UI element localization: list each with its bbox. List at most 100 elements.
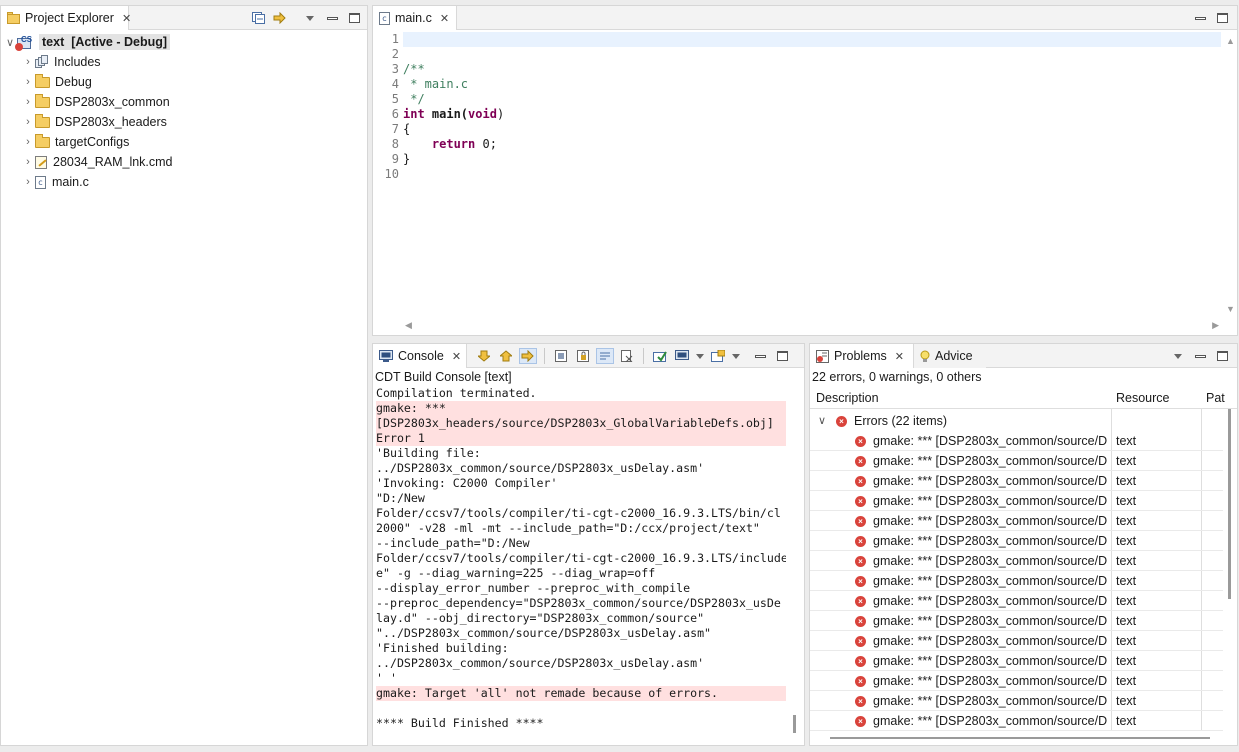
- link-console-icon[interactable]: [519, 348, 537, 364]
- dropdown-arrow-icon[interactable]: [731, 348, 741, 364]
- code-line: 7{: [373, 122, 1197, 137]
- console-line: e" -g --diag_warning=225 --diag_wrap=off: [376, 566, 656, 580]
- minimize-icon[interactable]: [1191, 348, 1209, 364]
- display-console-icon[interactable]: [673, 348, 691, 364]
- chevron-right-icon[interactable]: ›: [21, 116, 35, 128]
- table-row[interactable]: × gmake: *** [DSP2803x_common/source/D tex…: [810, 551, 1223, 571]
- chevron-right-icon[interactable]: ›: [21, 176, 35, 188]
- console-line: lay.d" --obj_directory="DSP2803x_common/…: [376, 611, 705, 625]
- close-icon[interactable]: ✕: [440, 12, 449, 25]
- table-row[interactable]: × gmake: *** [DSP2803x_common/source/D tex…: [810, 491, 1223, 511]
- table-group-row[interactable]: ∨ × Errors (22 items): [810, 411, 1223, 431]
- close-icon[interactable]: ✕: [452, 350, 461, 363]
- table-row[interactable]: × gmake: *** [DSP2803x_common/source/D tex…: [810, 671, 1223, 691]
- tree-item-targetconfigs[interactable]: › targetConfigs: [21, 132, 129, 152]
- scroll-left-icon[interactable]: ◀: [405, 320, 412, 331]
- table-row[interactable]: × gmake: *** [DSP2803x_common/source/D tex…: [810, 631, 1223, 651]
- code-keyword: void: [468, 107, 497, 121]
- column-header-path[interactable]: Pat: [1206, 387, 1236, 409]
- tree-item-main-c[interactable]: › c main.c: [21, 172, 89, 192]
- table-row[interactable]: × gmake: *** [DSP2803x_common/source/D tex…: [810, 611, 1223, 631]
- problems-table: ^ Description Resource Pat ∨ × Errors (2…: [810, 387, 1237, 731]
- problems-icon: [816, 349, 829, 363]
- close-icon[interactable]: ✕: [895, 350, 904, 363]
- project-name: text: [42, 35, 65, 49]
- table-row[interactable]: × gmake: *** [DSP2803x_common/source/D tex…: [810, 451, 1223, 471]
- scrollbar-thumb[interactable]: [830, 737, 1210, 739]
- table-row[interactable]: × gmake: *** [DSP2803x_common/source/D tex…: [810, 511, 1223, 531]
- scroll-down-icon[interactable]: ▼: [1226, 304, 1235, 314]
- tab-project-explorer[interactable]: Project Explorer ✕: [1, 6, 131, 30]
- line-number: 9: [391, 152, 399, 166]
- table-row[interactable]: × gmake: *** [DSP2803x_common/source/D tex…: [810, 691, 1223, 711]
- scrollbar-thumb[interactable]: [1228, 409, 1231, 599]
- minimize-icon[interactable]: [751, 348, 769, 364]
- minimize-icon[interactable]: [323, 10, 341, 26]
- table-row[interactable]: × gmake: *** [DSP2803x_common/source/D tex…: [810, 711, 1223, 731]
- lock-icon[interactable]: [574, 348, 592, 364]
- table-row[interactable]: × gmake: *** [DSP2803x_common/source/D tex…: [810, 591, 1223, 611]
- project-explorer-tabbar: Project Explorer ✕: [1, 6, 367, 30]
- chevron-right-icon[interactable]: ›: [21, 76, 35, 88]
- tree-project-row[interactable]: ∨ CS text [Active - Debug]: [3, 32, 171, 52]
- problems-vertical-scrollbar[interactable]: [1223, 409, 1237, 731]
- collapse-all-icon[interactable]: [249, 10, 267, 26]
- maximize-icon[interactable]: [1213, 348, 1231, 364]
- close-icon[interactable]: ✕: [122, 12, 131, 25]
- table-row[interactable]: × gmake: *** [DSP2803x_common/source/D tex…: [810, 651, 1223, 671]
- pin-console-icon[interactable]: [651, 348, 669, 364]
- tree-item-dsp2803x-headers[interactable]: › DSP2803x_headers: [21, 112, 167, 132]
- editor-vertical-scrollbar[interactable]: ▲ ▼: [1223, 32, 1237, 316]
- chevron-right-icon[interactable]: ›: [21, 96, 35, 108]
- next-problem-icon[interactable]: [475, 348, 493, 364]
- problem-resource: text: [1116, 434, 1137, 448]
- table-row[interactable]: × gmake: *** [DSP2803x_common/source/D tex…: [810, 531, 1223, 551]
- table-row[interactable]: × gmake: *** [DSP2803x_common/source/D tex…: [810, 471, 1223, 491]
- word-wrap-icon[interactable]: [596, 348, 614, 364]
- dropdown-arrow-icon[interactable]: [695, 348, 705, 364]
- console-output[interactable]: Compilation terminated. gmake: *** [DSP2…: [373, 386, 788, 743]
- maximize-icon[interactable]: [773, 348, 791, 364]
- tree-item-linker-cmd[interactable]: › 28034_RAM_lnk.cmd: [21, 152, 172, 172]
- code-area[interactable]: 1 2 3 /** 4 * main.c 5 */ 6 int main(void)…: [373, 32, 1221, 316]
- scrollbar-thumb[interactable]: [793, 715, 796, 733]
- chevron-down-icon[interactable]: ∨: [818, 411, 826, 431]
- tree-item-dsp2803x-common[interactable]: › DSP2803x_common: [21, 92, 170, 112]
- clear-console-icon[interactable]: [618, 348, 636, 364]
- tab-problems[interactable]: Problems ✕: [810, 344, 914, 368]
- open-console-icon[interactable]: [709, 348, 727, 364]
- scroll-right-icon[interactable]: ▶: [1212, 320, 1219, 331]
- console-line: Compilation terminated.: [376, 386, 537, 400]
- problem-resource: text: [1116, 494, 1137, 508]
- console-panel: Console ✕ CDT Build Console [text] Compi…: [372, 343, 805, 746]
- scroll-lock-icon[interactable]: [552, 348, 570, 364]
- problems-summary: 22 errors, 0 warnings, 0 others: [812, 370, 982, 384]
- column-header-resource[interactable]: Resource: [1116, 387, 1200, 409]
- tree-item-debug[interactable]: › Debug: [21, 72, 92, 92]
- previous-problem-icon[interactable]: [497, 348, 515, 364]
- problems-horizontal-scrollbar[interactable]: [810, 733, 1223, 743]
- line-number: 4: [391, 77, 399, 91]
- view-menu-icon[interactable]: [301, 10, 319, 26]
- tree-item-includes[interactable]: › Includes: [21, 52, 101, 72]
- editor-horizontal-scrollbar[interactable]: ◀ ▶: [401, 319, 1221, 333]
- scroll-up-icon[interactable]: ▲: [1226, 36, 1235, 46]
- tab-advice[interactable]: Advice: [914, 344, 986, 368]
- link-with-editor-icon[interactable]: [271, 10, 289, 26]
- error-icon: ×: [855, 611, 866, 631]
- console-error-line: gmake: ***: [376, 401, 786, 416]
- column-header-description[interactable]: Description: [816, 387, 1106, 409]
- chevron-right-icon[interactable]: ›: [21, 56, 35, 68]
- chevron-right-icon[interactable]: ›: [21, 156, 35, 168]
- tab-main-c[interactable]: c main.c ✕: [373, 6, 457, 30]
- view-menu-icon[interactable]: [1169, 348, 1187, 364]
- table-row[interactable]: × gmake: *** [DSP2803x_common/source/D tex…: [810, 571, 1223, 591]
- console-vertical-scrollbar[interactable]: [788, 386, 802, 743]
- minimize-icon[interactable]: [1191, 10, 1209, 26]
- problem-resource: text: [1116, 674, 1137, 688]
- maximize-icon[interactable]: [345, 10, 363, 26]
- table-row[interactable]: × gmake: *** [DSP2803x_common/source/D tex…: [810, 431, 1223, 451]
- chevron-right-icon[interactable]: ›: [21, 136, 35, 148]
- maximize-icon[interactable]: [1213, 10, 1231, 26]
- tab-console[interactable]: Console ✕: [373, 344, 467, 368]
